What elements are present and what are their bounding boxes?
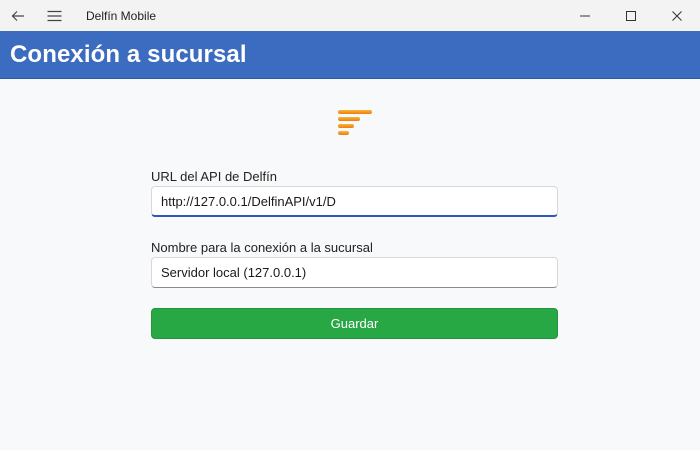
delfin-logo-icon	[337, 109, 373, 137]
api-url-label: URL del API de Delfín	[151, 169, 277, 184]
close-icon[interactable]	[654, 0, 700, 31]
minimize-icon[interactable]	[562, 0, 608, 31]
hamburger-menu-icon[interactable]	[36, 0, 72, 31]
app-title: Delfín Mobile	[86, 8, 157, 23]
save-button[interactable]: Guardar	[151, 308, 558, 339]
api-url-input[interactable]	[151, 186, 558, 217]
connection-name-input[interactable]	[151, 257, 558, 288]
page-header: Conexión a sucursal	[0, 31, 700, 79]
app-window: Delfín Mobile Conexión a sucursal URL de…	[0, 0, 700, 450]
connection-name-label: Nombre para la conexión a la sucursal	[151, 240, 373, 255]
main-content: URL del API de Delfín Nombre para la con…	[0, 79, 700, 450]
maximize-icon[interactable]	[608, 0, 654, 31]
window-controls	[562, 0, 700, 31]
page-title: Conexión a sucursal	[10, 40, 247, 68]
back-arrow-icon[interactable]	[0, 0, 36, 31]
title-bar: Delfín Mobile	[0, 0, 700, 31]
